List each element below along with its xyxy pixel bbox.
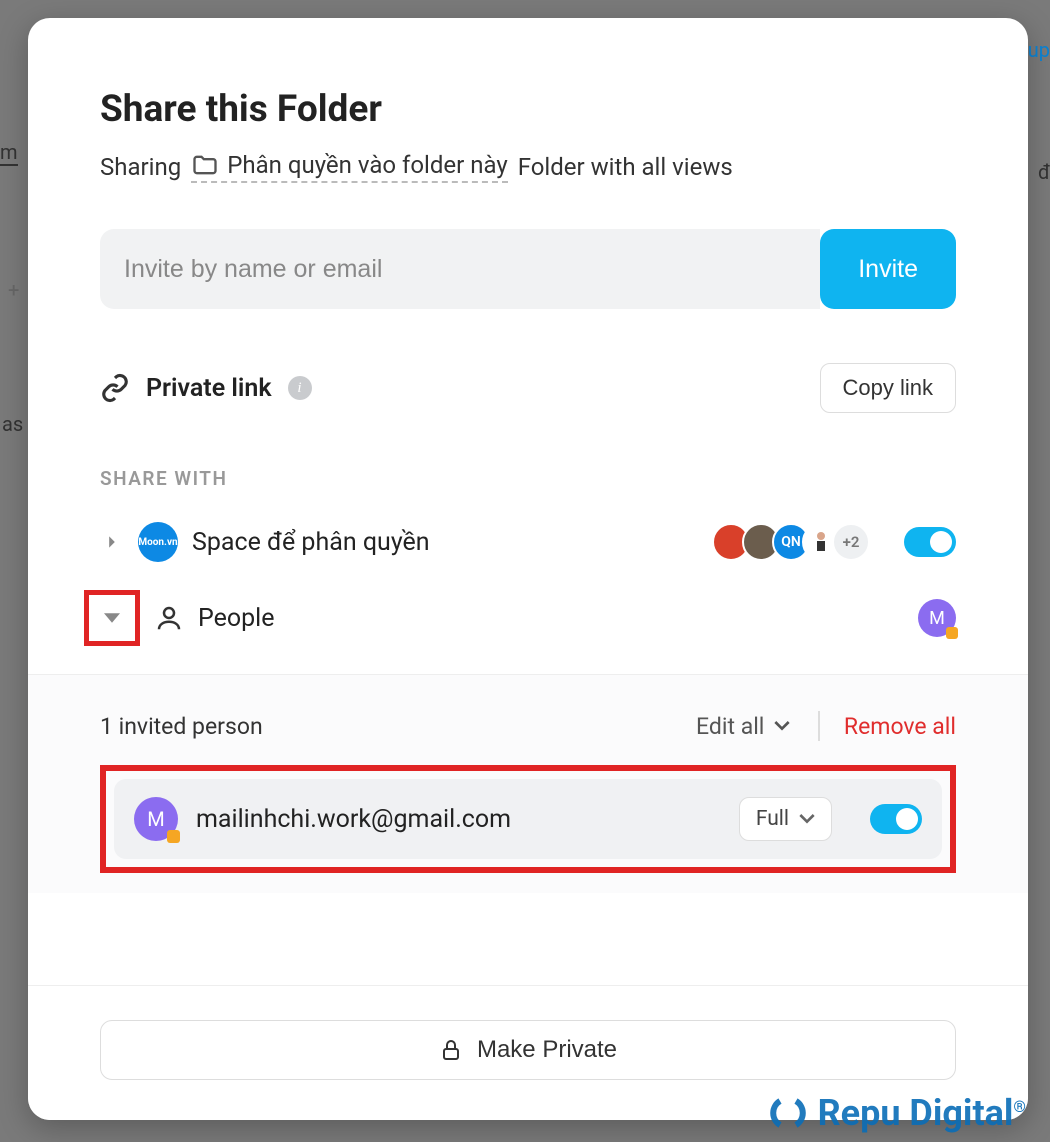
divider (818, 711, 820, 741)
space-name[interactable]: Space để phân quyền (192, 528, 698, 557)
avatar-more-count: +2 (832, 523, 870, 561)
sharing-suffix: Folder with all views (518, 153, 733, 181)
link-icon (100, 373, 130, 403)
folder-name: Phân quyền vào folder này (227, 151, 507, 179)
watermark-logo-icon (768, 1093, 808, 1133)
info-icon[interactable]: i (288, 376, 312, 400)
share-with-heading: SHARE WITH (100, 467, 956, 490)
lock-icon (439, 1038, 463, 1062)
watermark: Repu Digital® (768, 1092, 1026, 1134)
share-modal: Share this Folder Sharing Phân quyền vào… (28, 18, 1028, 1120)
backdrop-text: m (0, 140, 18, 166)
invite-button[interactable]: Invite (820, 229, 956, 309)
folder-breadcrumb[interactable]: Phân quyền vào folder này (191, 151, 507, 183)
chevron-down-icon (799, 811, 815, 827)
sharing-label: Sharing (100, 153, 181, 181)
member-share-toggle[interactable] (870, 804, 922, 834)
chevron-down-icon (774, 718, 790, 734)
people-icon (154, 603, 184, 633)
expand-people-highlight (84, 590, 140, 646)
share-people-row: People M (100, 590, 956, 646)
member-avatar: M (134, 797, 178, 841)
edit-all-label: Edit all (696, 713, 764, 740)
backdrop-text: up (1028, 38, 1050, 62)
invite-input[interactable] (100, 229, 820, 309)
expand-people-caret[interactable] (100, 612, 124, 624)
copy-link-button[interactable]: Copy link (820, 363, 956, 413)
remove-all-button[interactable]: Remove all (844, 713, 956, 740)
private-link-row: Private link i Copy link (100, 363, 956, 413)
modal-title: Share this Folder (100, 88, 956, 131)
sharing-subtitle: Sharing Phân quyền vào folder này Folder… (100, 151, 956, 183)
space-avatar: Moon.vn (138, 522, 178, 562)
permission-select[interactable]: Full (739, 797, 832, 841)
expand-space-caret[interactable] (100, 535, 124, 549)
private-link-label: Private link (146, 374, 272, 403)
backdrop-text: as (2, 412, 23, 436)
permission-label: Full (756, 807, 789, 831)
member-highlight: M mailinhchi.work@gmail.com Full (100, 765, 956, 873)
backdrop-plus: + (8, 278, 19, 302)
make-private-button[interactable]: Make Private (100, 1020, 956, 1080)
invited-section: 1 invited person Edit all Remove all M m… (28, 674, 1028, 893)
invite-row: Invite (100, 229, 956, 309)
invited-header: 1 invited person Edit all Remove all (100, 711, 956, 741)
invited-member-row: M mailinhchi.work@gmail.com Full (114, 779, 942, 859)
share-space-row: Moon.vn Space để phân quyền QN +2 (100, 522, 956, 562)
make-private-label: Make Private (477, 1036, 617, 1064)
people-label[interactable]: People (198, 604, 904, 633)
member-email: mailinhchi.work@gmail.com (196, 805, 721, 834)
invited-count: 1 invited person (100, 713, 696, 740)
backdrop-text: đ (1038, 160, 1050, 184)
people-avatar: M (918, 599, 956, 637)
member-avatar-stack[interactable]: QN +2 (712, 523, 870, 561)
folder-icon (191, 151, 219, 179)
edit-all-button[interactable]: Edit all (696, 713, 818, 740)
space-share-toggle[interactable] (904, 527, 956, 557)
